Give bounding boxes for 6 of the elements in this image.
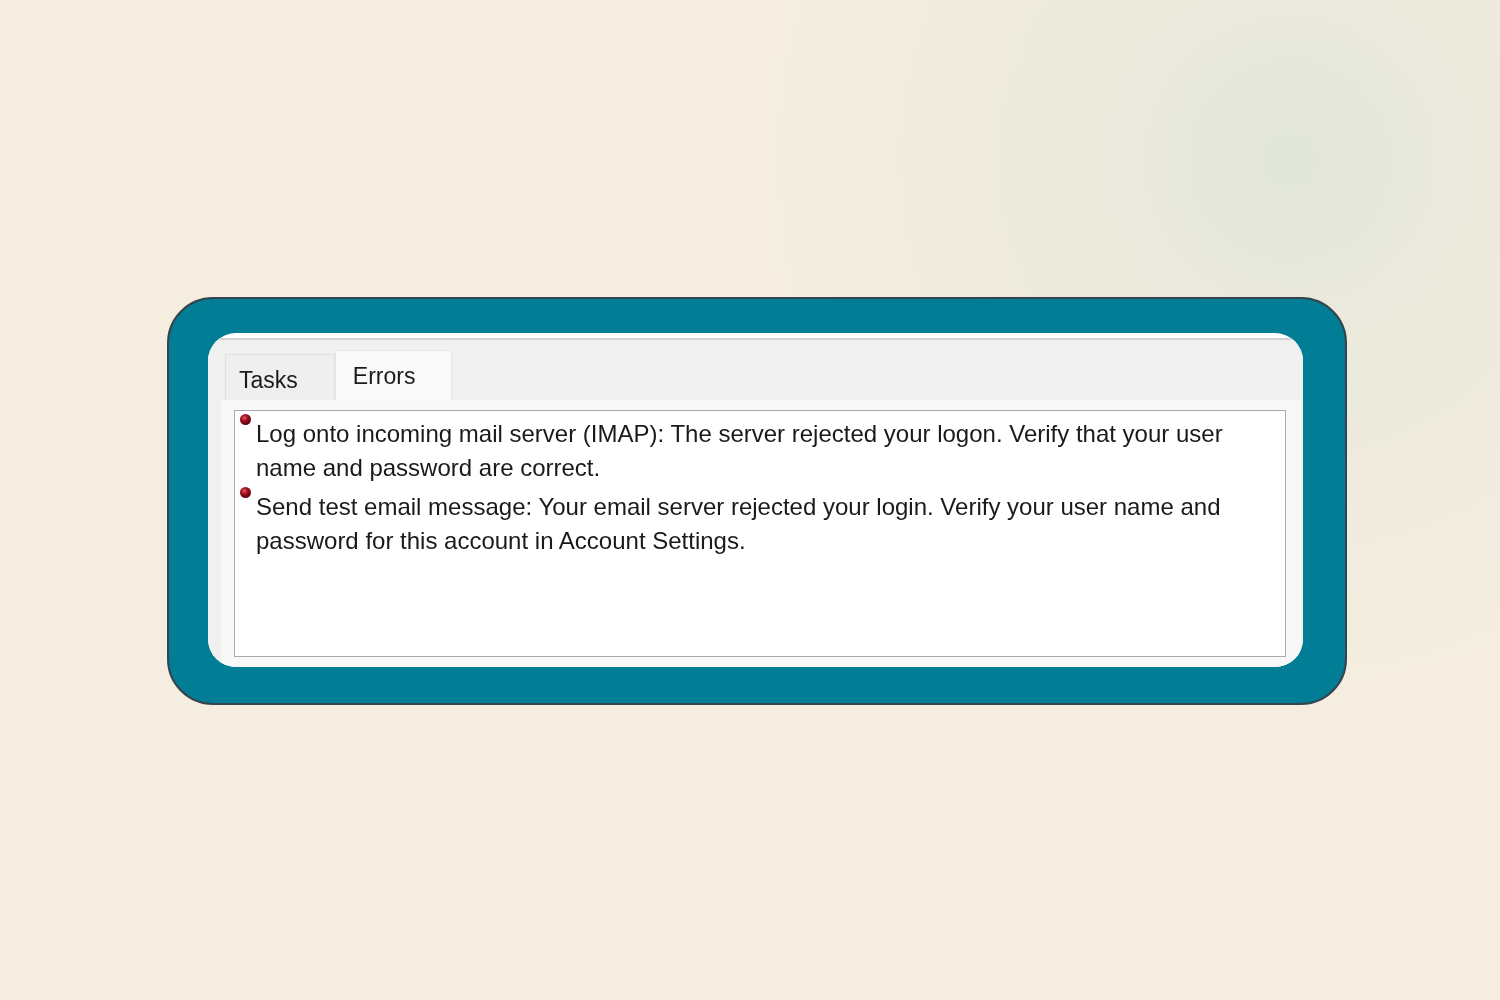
error-dot-icon	[240, 487, 251, 498]
error-dot-icon	[240, 414, 251, 425]
error-message: Log onto incoming mail server (IMAP): The server rejected your logon. Verify that your user name and password are correct.	[256, 419, 1224, 483]
tab[interactable]: Errors	[334, 350, 453, 400]
error-message: Send test email message: Your email server rejected your login. Verify your user name and password for this account in Account Settings.	[256, 492, 1222, 556]
tab[interactable]: Tasks	[225, 354, 335, 400]
